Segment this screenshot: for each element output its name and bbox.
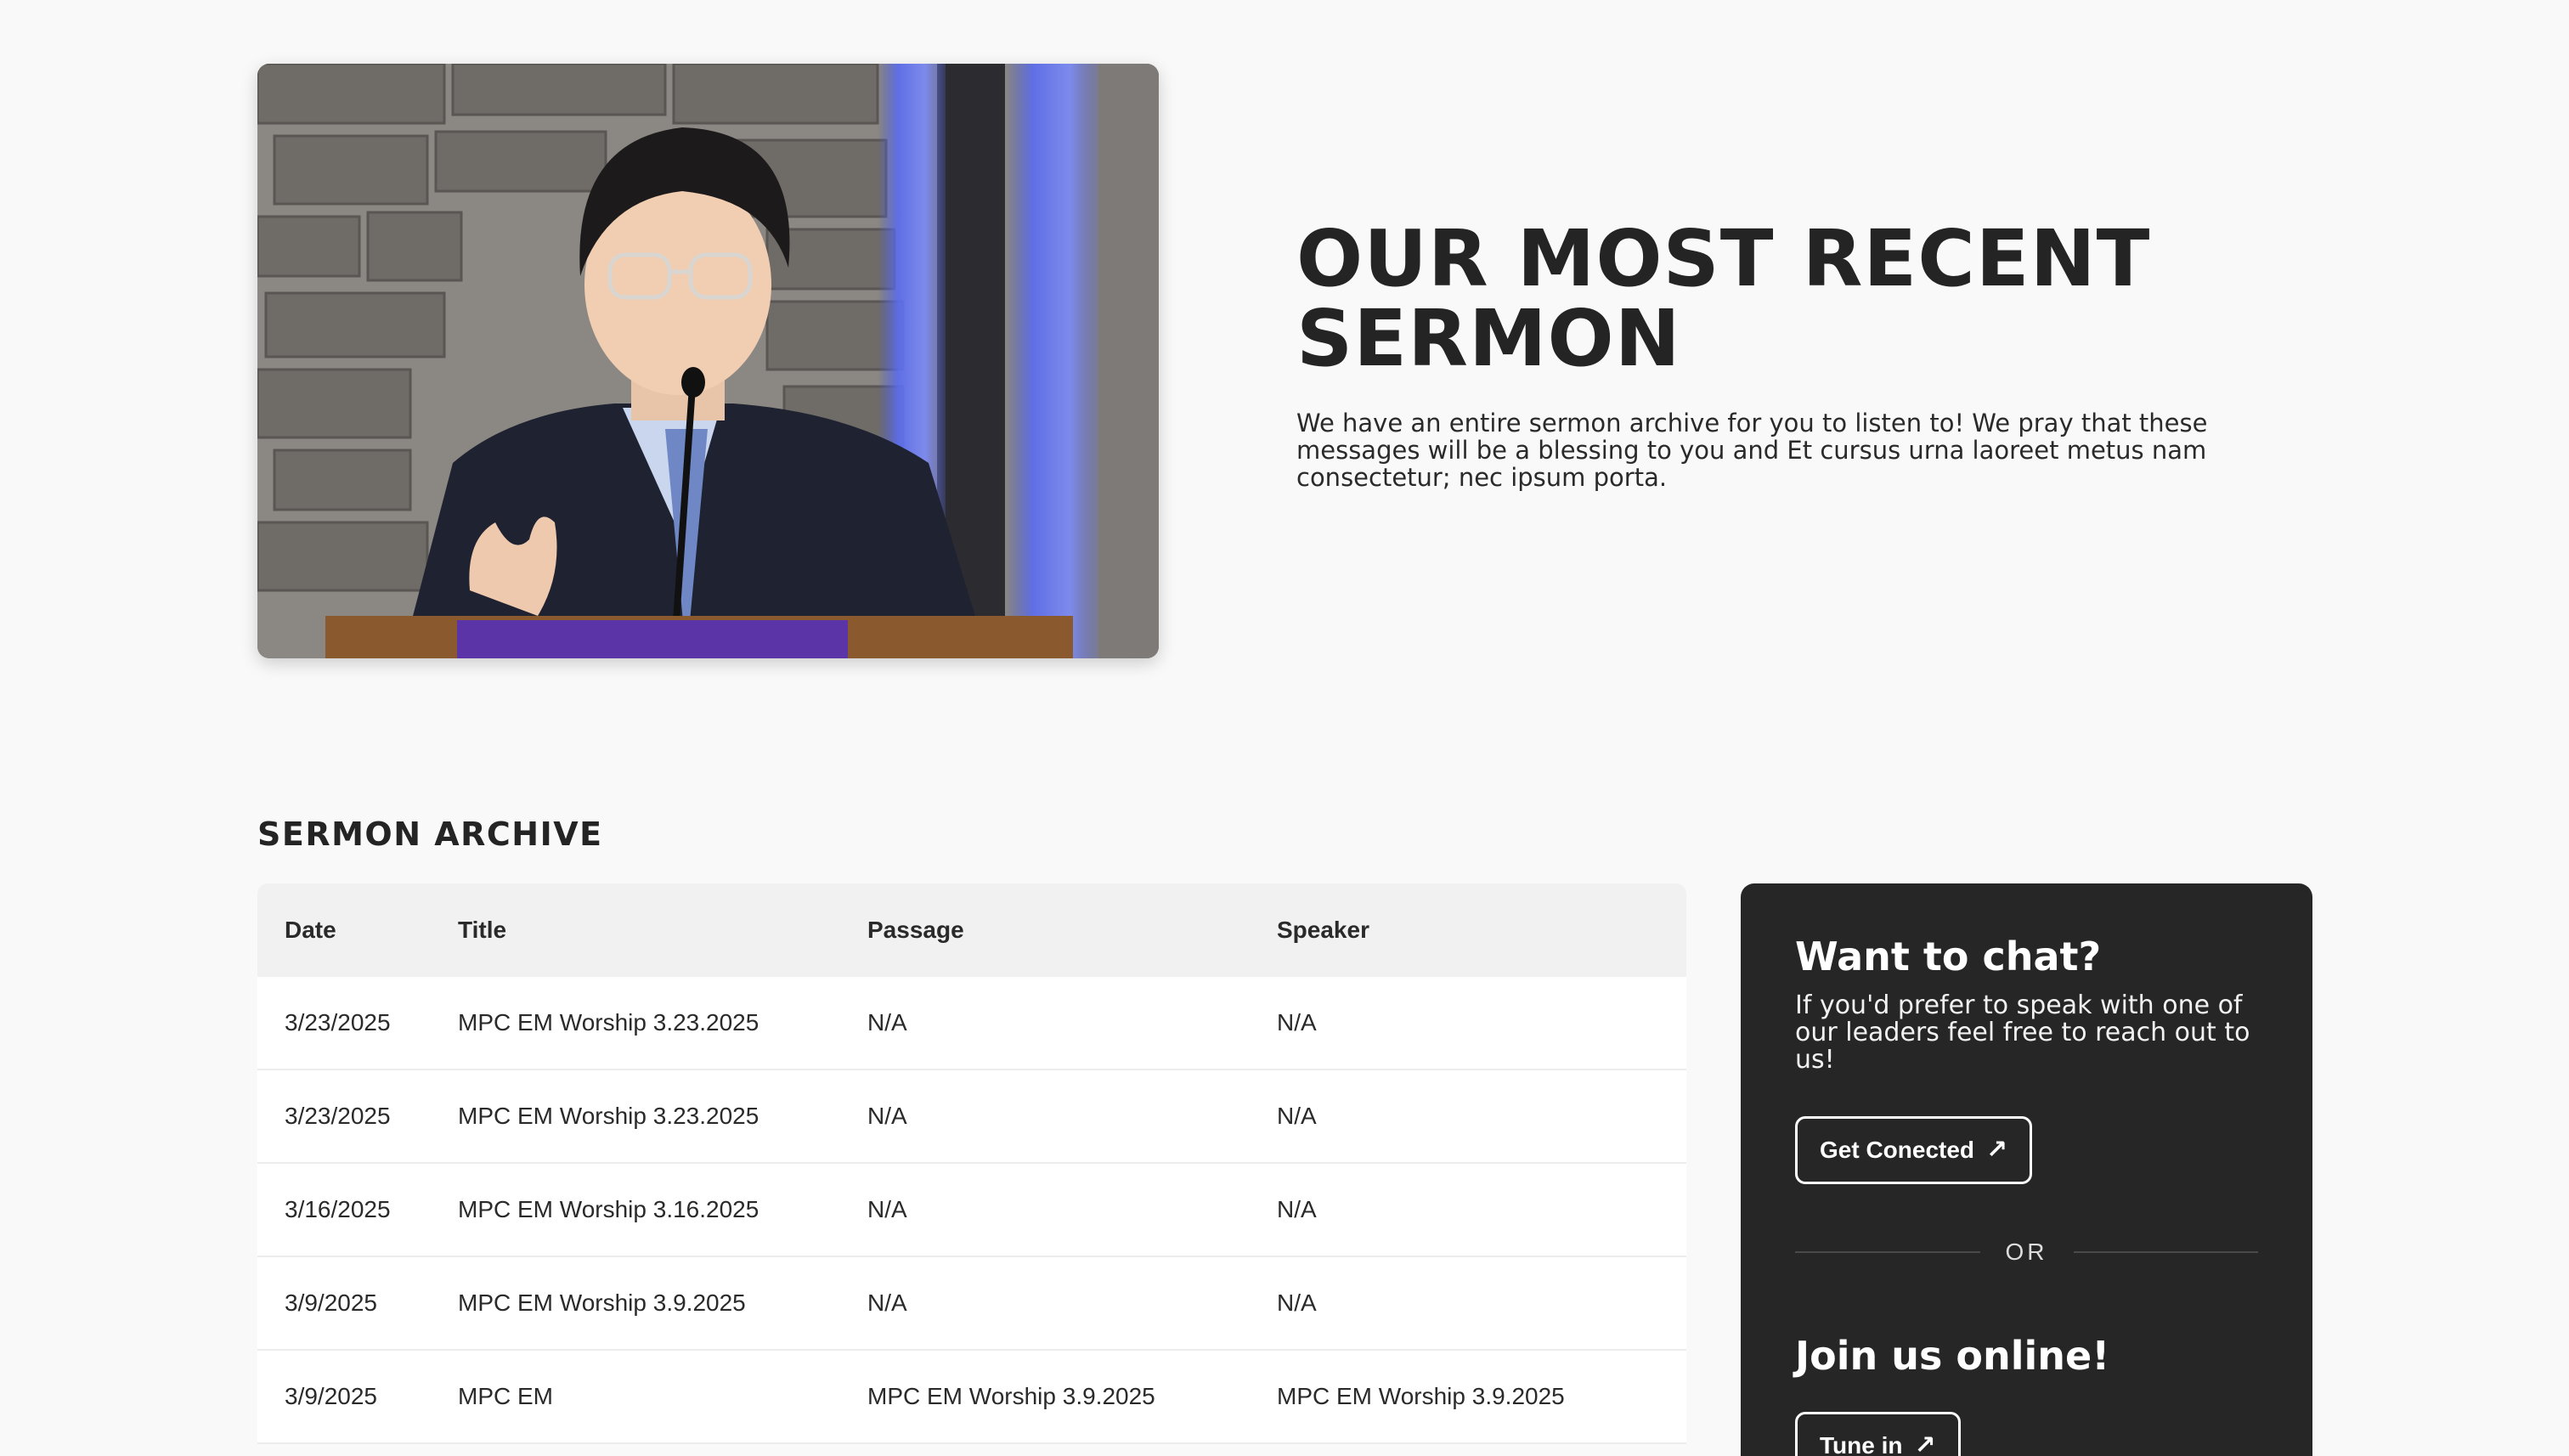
cell-passage: MPC EM Worship 3.9.2025	[867, 1383, 1155, 1409]
tune-in-button[interactable]: Tune in ↗	[1795, 1412, 1961, 1456]
arrow-up-right-icon: ↗	[1914, 1431, 1936, 1456]
sermon-video-thumbnail	[257, 64, 1159, 658]
cell-speaker: MPC EM Worship 3.9.2025	[1277, 1383, 1565, 1409]
table-row[interactable]: 3/23/2025 MPC EM Worship 3.23.2025 N/A N…	[257, 977, 1686, 1070]
contact-card: Want to chat? If you'd prefer to speak w…	[1741, 883, 2312, 1456]
cell-date: 3/23/2025	[285, 1009, 391, 1036]
or-divider: OR	[1795, 1239, 2258, 1266]
arrow-up-right-icon: ↗	[1986, 1136, 2008, 1164]
chat-title: Want to chat?	[1795, 934, 2102, 979]
archive-heading: SERMON ARCHIVE	[257, 815, 603, 853]
or-label: OR	[2005, 1239, 2048, 1265]
cell-speaker: N/A	[1277, 1290, 1317, 1316]
table-row[interactable]: 3/16/2025 MPC EM Worship 3.16.2025 N/A N…	[257, 1164, 1686, 1257]
cell-passage: N/A	[867, 1009, 907, 1036]
table-row[interactable]: 3/9/2025 MPC EM MPC EM Worship 3.9.2025 …	[257, 1351, 1686, 1444]
column-header-date[interactable]: Date	[257, 917, 458, 944]
cell-speaker: N/A	[1277, 1103, 1317, 1129]
cell-title: MPC EM	[458, 1383, 553, 1409]
join-online-title: Join us online!	[1795, 1333, 2110, 1379]
get-connected-button[interactable]: Get Conected ↗	[1795, 1116, 2033, 1184]
tune-in-label: Tune in	[1820, 1432, 1903, 1456]
divider-line	[2073, 1251, 2258, 1253]
chat-description: If you'd prefer to speak with one of our…	[1795, 990, 2250, 1075]
recent-sermon-video[interactable]	[257, 64, 1159, 658]
cell-date: 3/16/2025	[285, 1196, 391, 1222]
cell-passage: N/A	[867, 1103, 907, 1129]
table-header-row: Date Title Passage Speaker	[257, 883, 1686, 977]
divider-line	[1795, 1251, 1980, 1253]
cell-date: 3/9/2025	[285, 1383, 377, 1409]
column-header-passage[interactable]: Passage	[867, 917, 1277, 944]
cell-speaker: N/A	[1277, 1009, 1317, 1036]
cell-passage: N/A	[867, 1196, 907, 1222]
column-header-title[interactable]: Title	[458, 917, 867, 944]
table-row[interactable]: 3/9/2025 MPC EM Worship 3.9.2025 N/A N/A	[257, 1257, 1686, 1351]
cell-title: MPC EM Worship 3.23.2025	[458, 1103, 759, 1129]
page-title: OUR MOST RECENT SERMON	[1296, 213, 2151, 384]
sermons-page: OUR MOST RECENT SERMON We have an entire…	[0, 0, 2569, 1456]
cell-passage: N/A	[867, 1290, 907, 1316]
get-connected-label: Get Conected	[1820, 1137, 1975, 1163]
hero-section: OUR MOST RECENT SERMON We have an entire…	[1296, 213, 2299, 492]
cell-title: MPC EM Worship 3.23.2025	[458, 1009, 759, 1036]
cell-date: 3/9/2025	[285, 1290, 377, 1316]
table-row[interactable]: 3/23/2025 MPC EM Worship 3.23.2025 N/A N…	[257, 1070, 1686, 1164]
cell-title: MPC EM Worship 3.16.2025	[458, 1196, 759, 1222]
hero-description: We have an entire sermon archive for you…	[1296, 409, 2208, 492]
column-header-speaker[interactable]: Speaker	[1277, 917, 1686, 944]
cell-date: 3/23/2025	[285, 1103, 391, 1129]
cell-title: MPC EM Worship 3.9.2025	[458, 1290, 746, 1316]
sermon-archive-table: Date Title Passage Speaker 3/23/2025 MPC…	[257, 883, 1686, 1444]
cell-speaker: N/A	[1277, 1196, 1317, 1222]
